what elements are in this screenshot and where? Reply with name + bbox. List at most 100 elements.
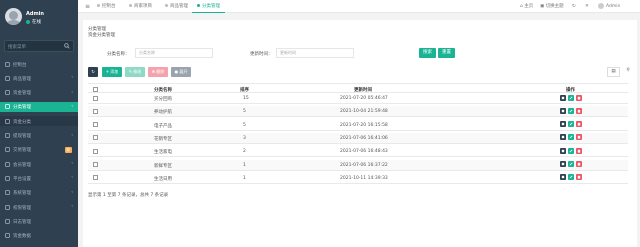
user-avatar-icon [598,2,604,9]
row-delete-icon[interactable] [576,94,582,101]
tab-categories[interactable]: 分类管理 [192,0,225,13]
home-link[interactable]: ⌂ 主页 [520,0,533,13]
row-pencil-icon[interactable] [568,174,574,181]
sidebar-item-label: 分类管理 [13,105,31,111]
sidebar-item-fund-categories[interactable]: 资金分类 [0,116,78,127]
user-status: 在线 [26,19,41,25]
tab-merchant-projects[interactable]: 商家项目 [124,0,157,13]
row-checkbox[interactable] [93,162,98,167]
search-button[interactable]: 搜索 [419,48,436,58]
table-row[interactable]: 电子产品 5 2021-07-20 16:15:58 [88,120,628,131]
sidebar-item-members[interactable]: 会员管理 ‹ [0,159,78,169]
sidebar-item-label: 交易管理 [13,148,31,154]
row-edit-icon[interactable] [560,94,566,101]
row-checkbox[interactable] [93,148,98,154]
row-edit-icon[interactable] [560,107,566,114]
row-pencil-icon[interactable] [568,121,574,128]
chart-icon [5,233,10,238]
delete-button[interactable]: ✖ 删除 [148,67,168,77]
sidebar-item-withdrawals[interactable]: 提现管理 ‹ [0,131,78,141]
sidebar-item-label: 资金分类 [13,119,31,125]
cell-sort: 2 [243,149,246,155]
sidebar-item-logs[interactable]: 日志管理 [0,216,78,226]
user-menu[interactable]: Admin [598,0,620,13]
columns-toggle-icon[interactable]: ▤ [607,67,620,77]
sidebar-item-funds[interactable]: 资金管理 ‹ [0,88,78,98]
avatar[interactable] [5,8,22,25]
row-edit-icon[interactable] [560,147,566,154]
refresh-icon[interactable]: ↻ [572,0,576,13]
row-checkbox[interactable] [93,108,98,114]
theme-switch[interactable]: ▣ 切换主题 [540,0,564,13]
table-row[interactable]: 生活家电 2 2021-07-06 16:48:43 [88,146,628,158]
reset-button[interactable]: 重置 [438,48,455,58]
chevron-left-icon: ‹ [71,175,73,181]
search-icon[interactable] [64,43,70,49]
fullscreen-icon[interactable]: ✕ [585,0,589,13]
sidebar-item-fund-data[interactable]: 资金数据 [0,231,78,241]
row-pencil-icon[interactable] [568,147,574,154]
row-pencil-icon[interactable] [568,94,574,101]
tab-label: 控制台 [102,4,116,9]
row-edit-icon[interactable] [560,174,566,181]
user-status-label: 在线 [32,20,41,25]
table-search-icon[interactable]: ⚲ [623,67,633,77]
row-delete-icon[interactable] [576,147,582,154]
select-all-checkbox[interactable] [93,86,98,92]
row-pencil-icon[interactable] [568,134,574,141]
refresh-button[interactable]: ↻ [88,67,98,77]
filter-time-input[interactable]: 更新时间 [276,48,354,58]
row-checkbox[interactable] [93,95,98,101]
user-profile: Admin 在线 [0,0,78,36]
table-row[interactable]: 生活日用 1 2021-10-11 14:39:33 [88,173,628,184]
row-pencil-icon[interactable] [568,107,574,114]
table-row[interactable]: 买分回购 15 2021-07-20 05:46:47 [88,93,628,104]
sidebar-item-dashboard[interactable]: 控制台 [0,59,78,69]
row-delete-icon[interactable] [576,121,582,128]
row-pencil-icon[interactable] [568,161,574,167]
filter-name-input[interactable]: 分类名称 [135,48,213,58]
cell-time: 2021-07-06 16:37:22 [340,162,388,168]
sidebar-item-products[interactable]: 商品管理 ‹ [0,73,78,83]
tab-icon [165,4,168,7]
row-checkbox[interactable] [93,135,98,141]
row-edit-icon[interactable] [560,161,566,167]
add-button[interactable]: + 添加 [102,67,122,77]
chevron-left-icon: ‹ [71,89,73,95]
sidebar-item-categories[interactable]: 分类管理 ‹ [0,101,78,112]
row-edit-icon[interactable] [560,134,566,141]
key-icon [5,204,10,210]
cell-time: 2021-07-20 05:46:47 [340,96,388,101]
row-delete-icon[interactable] [576,134,582,141]
tab-dashboard[interactable]: 控制台 [92,0,121,13]
row-delete-icon[interactable] [576,161,582,167]
row-checkbox[interactable] [93,175,98,181]
sidebar-item-transactions[interactable]: 交易管理 新 [0,145,78,155]
pagination-info: 显示第 1 至第 7 条记录，总共 7 条记录 [88,193,169,198]
sidebar-item-permissions[interactable]: 权限管理 ‹ [0,202,78,212]
cell-time: 2021-07-20 16:15:58 [340,122,388,128]
cell-time: 2021-10-04 21:59:48 [340,109,388,115]
edit-button[interactable]: ✎ 修改 [125,67,145,77]
home-icon [5,61,10,67]
expand-button[interactable]: ● 展开 [171,67,191,77]
row-delete-icon[interactable] [576,107,582,114]
sidebar-search-input[interactable]: 搜索菜单 [4,40,74,52]
tab-icon [97,4,100,7]
sidebar-item-platform-settings[interactable]: 平台设置 ‹ [0,173,78,183]
table-row[interactable]: 新鲜专区 1 2021-07-06 16:37:22 [88,159,628,171]
money-icon [5,90,10,95]
table-row[interactable]: 养动护航 5 2021-10-04 21:59:48 [88,106,628,118]
row-checkbox[interactable] [93,122,98,128]
new-badge: 新 [64,146,72,153]
sidebar-item-system[interactable]: 系统管理 ‹ [0,188,78,198]
row-delete-icon[interactable] [576,174,582,181]
cell-sort: 15 [243,96,249,101]
table-header: 分类名称 排序 更新时间 操作 [88,83,628,93]
cell-name: 生活日用 [154,176,172,182]
row-edit-icon[interactable] [560,121,566,128]
sidebar-item-label: 平台设置 [13,176,31,182]
cell-time: 2021-07-06 16:41:06 [340,135,388,141]
table-row[interactable]: 花销专区 3 2021-07-06 16:41:06 [88,132,628,144]
tab-products[interactable]: 商品管理 [160,0,193,13]
